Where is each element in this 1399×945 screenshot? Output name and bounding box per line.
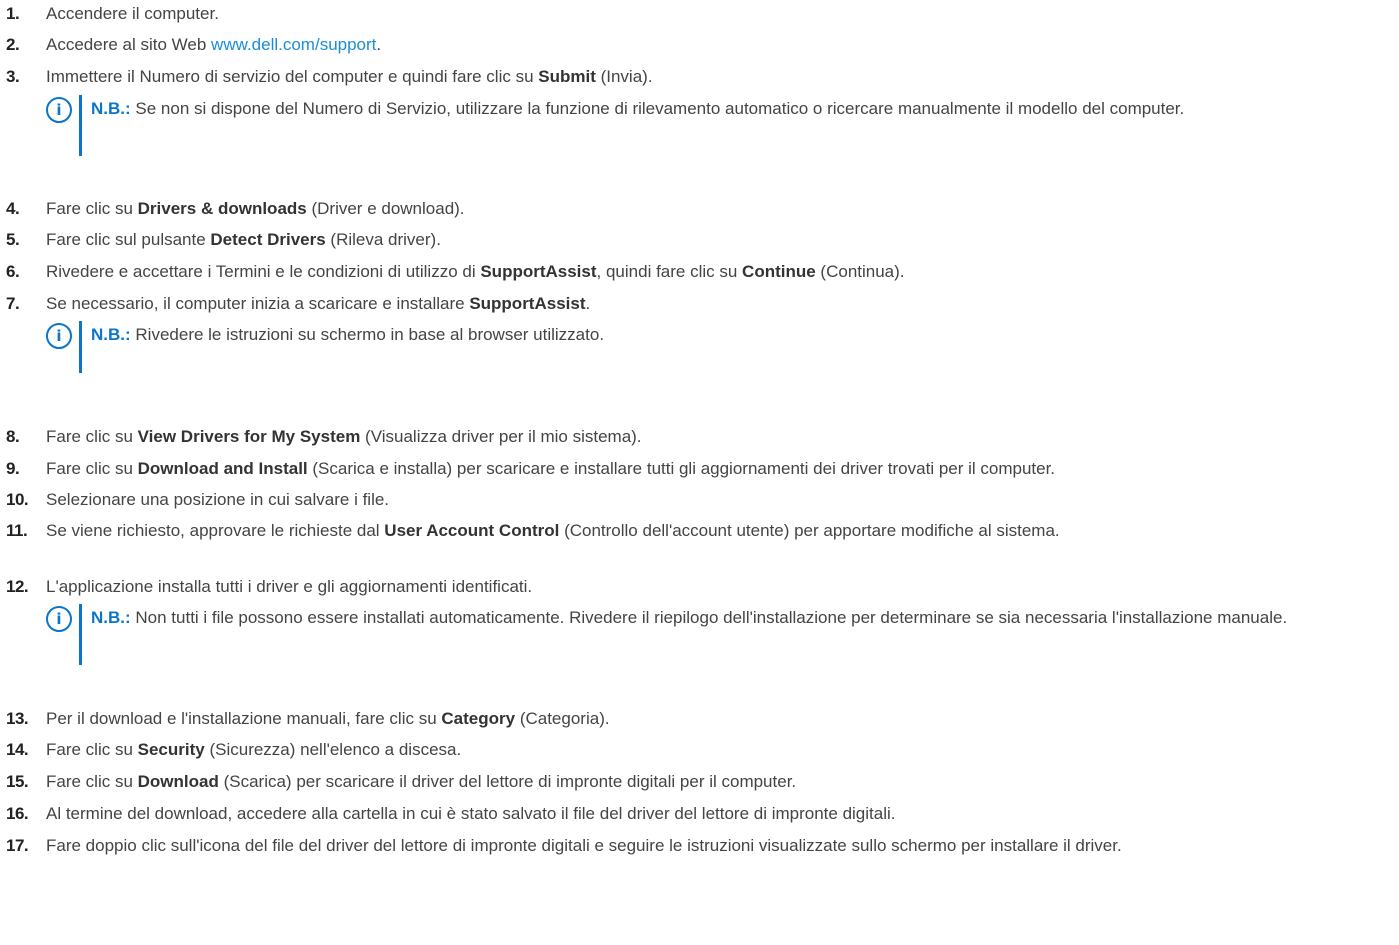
step-number: 10.	[6, 490, 29, 509]
step-text-segment: Se necessario, il computer inizia a scar…	[46, 294, 470, 313]
step-text: Fare clic su View Drivers for My System …	[46, 423, 1397, 450]
step-text: Accedere al sito Web www.dell.com/suppor…	[46, 31, 1397, 58]
step-text: Al termine del download, accedere alla c…	[46, 800, 1397, 827]
note-label: N.B.:	[91, 325, 131, 344]
step-emphasis: View Drivers for My System	[137, 427, 361, 446]
step-emphasis: Drivers & downloads	[137, 199, 307, 218]
step-text-segment: (Visualizza driver per il mio sistema).	[360, 427, 642, 446]
step-number: 4.	[6, 199, 20, 218]
step-text-segment: , quindi fare clic su	[596, 262, 743, 281]
step-emphasis: Continue	[742, 262, 816, 281]
step-text-segment: Fare clic su	[46, 427, 138, 446]
step-text-segment: Se viene richiesto, approvare le richies…	[46, 521, 385, 540]
step-text-segment: L'applicazione installa tutti i driver e…	[46, 577, 533, 596]
step-emphasis: User Account Control	[384, 521, 560, 540]
note-box: i N.B.: Non tutti i file possono essere i…	[46, 604, 1397, 665]
step-emphasis: Download	[137, 772, 219, 791]
step-text: Selezionare una posizione in cui salvare…	[46, 486, 1397, 513]
step-number: 14.	[6, 740, 29, 759]
step-text-segment: (Scarica e installa) per scaricare e ins…	[307, 459, 1056, 478]
step-text: Fare clic su Drivers & downloads (Driver…	[46, 195, 1397, 222]
note-text: N.B.: Rivedere le istruzioni su schermo …	[91, 321, 1397, 348]
step-number: 5.	[6, 230, 20, 249]
step-text-segment: (Scarica) per scaricare il driver del le…	[218, 772, 797, 791]
info-icon: i	[46, 323, 72, 349]
step-number: 2.	[6, 35, 20, 54]
note-text: N.B.: Non tutti i file possono essere in…	[91, 604, 1397, 631]
info-icon: i	[46, 606, 72, 632]
note-box: i N.B.: Se non si dispone del Numero di S…	[46, 95, 1397, 156]
step-text-segment: (Categoria).	[515, 709, 610, 728]
step-number: 6.	[6, 262, 20, 281]
note-text: N.B.: Se non si dispone del Numero di Se…	[91, 95, 1397, 122]
step-text-segment: Per il download e l'installazione manual…	[46, 709, 442, 728]
note-body: Rivedere le istruzioni su schermo in bas…	[130, 325, 605, 344]
step-number: 1.	[6, 4, 20, 23]
step-number: 8.	[6, 427, 20, 446]
step-number: 12.	[6, 577, 29, 596]
step-text-segment: Fare clic su	[46, 772, 138, 791]
step-emphasis: SupportAssist	[480, 262, 597, 281]
step-text-segment: (Driver e download).	[306, 199, 465, 218]
support-link[interactable]: www.dell.com/support	[211, 35, 376, 54]
step-text-segment: Fare clic su	[46, 459, 138, 478]
step-text-segment: .	[585, 294, 591, 313]
step-text-segment: (Sicurezza) nell'elenco a discesa.	[204, 740, 462, 759]
step-text-segment: Fare clic su	[46, 740, 138, 759]
step-text: Immettere il Numero di servizio del comp…	[46, 63, 1397, 90]
step-number: 7.	[6, 294, 20, 313]
note-body: Se non si dispone del Numero di Servizio…	[130, 99, 1185, 118]
step-text: Fare doppio clic sull'icona del file del…	[46, 832, 1397, 859]
step-text-segment: (Rileva driver).	[325, 230, 441, 249]
step-number: 9.	[6, 459, 20, 478]
step-number: 11.	[6, 521, 28, 540]
note-box: i N.B.: Rivedere le istruzioni su schermo…	[46, 321, 1397, 373]
note-divider	[79, 321, 82, 373]
step-text: Fare clic sul pulsante Detect Drivers (R…	[46, 226, 1397, 253]
step-number: 16.	[6, 804, 29, 823]
step-text-segment: Accendere il computer.	[46, 4, 219, 23]
step-text-segment: Fare doppio clic sull'icona del file del…	[46, 836, 1122, 855]
step-emphasis: Detect Drivers	[210, 230, 326, 249]
step-text: L'applicazione installa tutti i driver e…	[46, 573, 1397, 600]
step-emphasis: Security	[137, 740, 205, 759]
step-emphasis: Submit	[538, 67, 596, 86]
step-text-segment: Fare clic su	[46, 199, 138, 218]
step-number: 3.	[6, 67, 20, 86]
info-icon: i	[46, 97, 72, 123]
step-text-segment: Accedere al sito Web	[46, 35, 212, 54]
step-text: Rivedere e accettare i Termini e le cond…	[46, 258, 1397, 285]
note-label: N.B.:	[91, 99, 131, 118]
step-number: 13.	[6, 709, 29, 728]
step-emphasis: SupportAssist	[469, 294, 586, 313]
step-text-segment: (Invia).	[595, 67, 653, 86]
step-text: Fare clic su Download and Install (Scari…	[46, 455, 1397, 482]
step-text: Se necessario, il computer inizia a scar…	[46, 290, 1397, 317]
step-text: Fare clic su Download (Scarica) per scar…	[46, 768, 1397, 795]
step-text: Fare clic su Security (Sicurezza) nell'e…	[46, 736, 1397, 763]
step-text-segment: (Controllo dell'account utente) per appo…	[559, 521, 1060, 540]
step-text-segment: Immettere il Numero di servizio del comp…	[46, 67, 539, 86]
note-label: N.B.:	[91, 608, 131, 627]
step-text-segment: Selezionare una posizione in cui salvare…	[46, 490, 390, 509]
step-text-segment: Rivedere e accettare i Termini e le cond…	[46, 262, 481, 281]
step-text: Per il download e l'installazione manual…	[46, 705, 1397, 732]
note-divider	[79, 604, 82, 665]
step-number: 15.	[6, 772, 29, 791]
step-text-segment: Fare clic sul pulsante	[46, 230, 211, 249]
step-number: 17.	[6, 836, 29, 855]
step-emphasis: Category	[441, 709, 516, 728]
step-text-segment: (Continua).	[815, 262, 905, 281]
note-divider	[79, 95, 82, 156]
note-body: Non tutti i file possono essere installa…	[130, 608, 1288, 627]
step-text-segment: .	[376, 35, 382, 54]
step-text: Accendere il computer.	[46, 0, 1397, 27]
step-emphasis: Download and Install	[137, 459, 308, 478]
step-text: Se viene richiesto, approvare le richies…	[46, 517, 1397, 544]
step-text-segment: Al termine del download, accedere alla c…	[46, 804, 896, 823]
